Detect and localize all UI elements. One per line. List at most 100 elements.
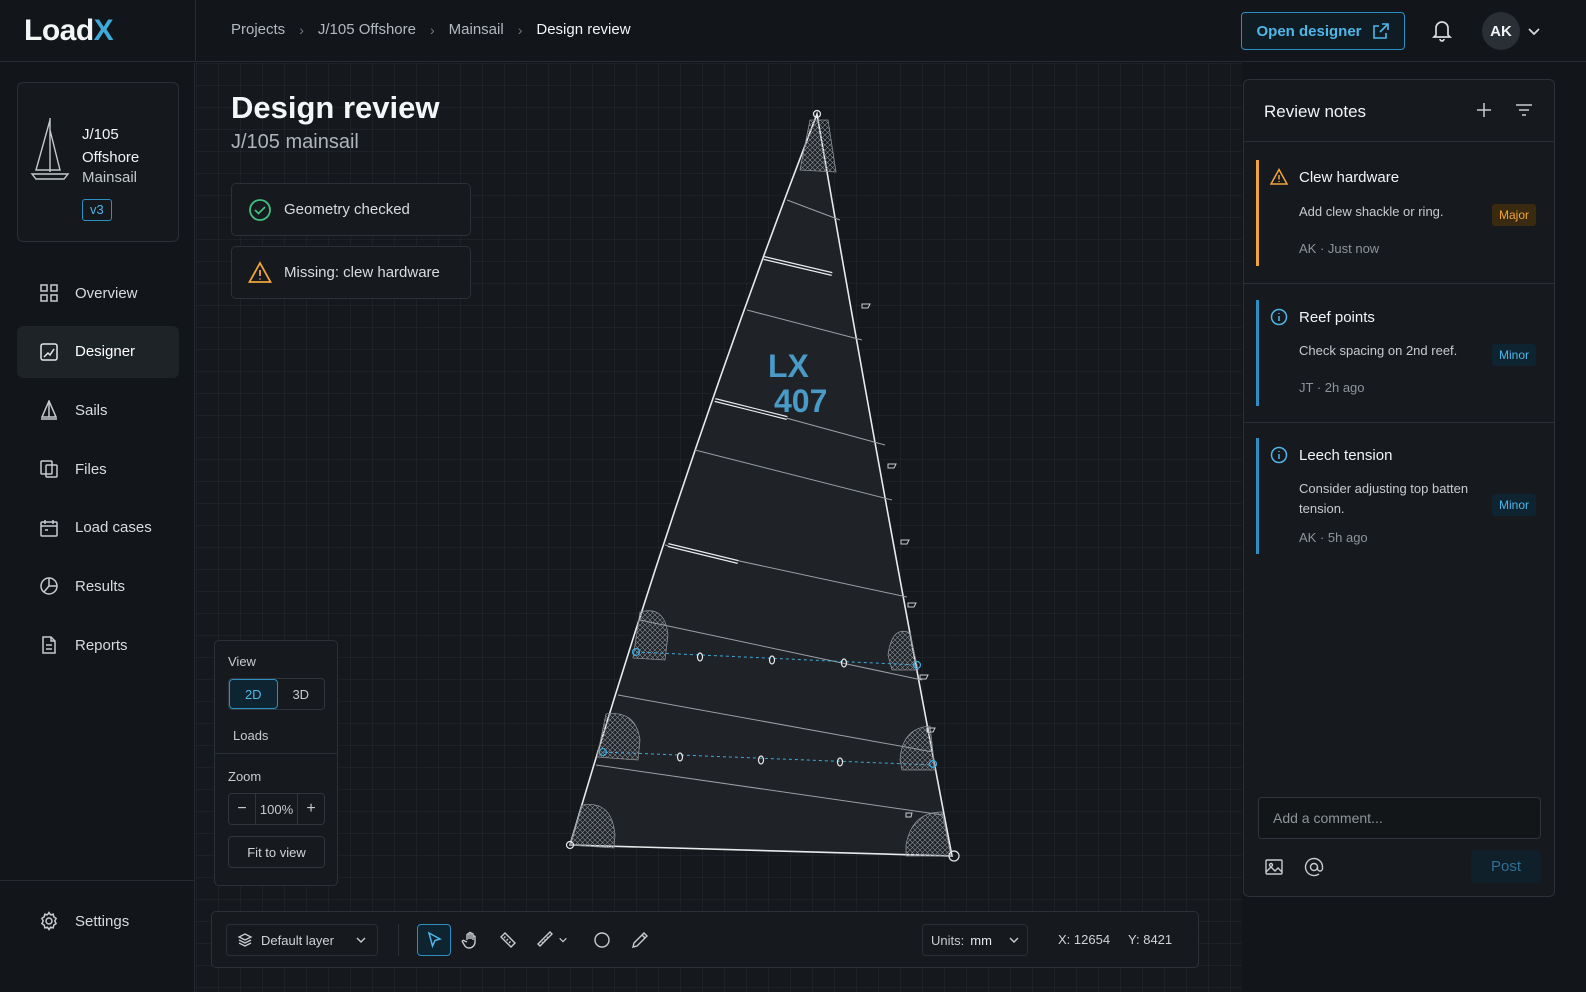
pencil-tool[interactable]	[623, 924, 657, 956]
ruler-tool[interactable]	[528, 924, 576, 956]
calendar-icon	[40, 519, 58, 537]
image-attach-icon[interactable]	[1264, 857, 1284, 877]
pencil-tool-icon	[632, 932, 648, 948]
version-badge[interactable]: v3	[82, 199, 112, 221]
note-divider	[1244, 283, 1554, 284]
sidebar-item-label: Sails	[75, 401, 108, 419]
layers-icon	[237, 933, 253, 947]
panel-divider	[1244, 141, 1554, 142]
units-label: Units:	[931, 932, 965, 948]
open-designer-button[interactable]: Open designer	[1241, 12, 1405, 50]
sidebar-item-designer[interactable]: Designer	[17, 325, 179, 378]
sidebar-item-reports[interactable]: Reports	[17, 619, 179, 671]
ruler-tool-icon	[537, 931, 553, 947]
review-note[interactable]: Reef points Check spacing on 2nd reef. M…	[1256, 300, 1554, 406]
sidebar-item-sails[interactable]: Sails	[17, 384, 179, 436]
clew-hardware-warning-card[interactable]: Missing: clew hardware	[231, 246, 471, 299]
post-button[interactable]: Post	[1471, 850, 1541, 883]
breadcrumb-projects[interactable]: Projects	[231, 21, 285, 38]
geometry-check-card[interactable]: Geometry checked	[231, 183, 471, 236]
warning-icon	[1270, 168, 1288, 185]
sidebar-item-files[interactable]: Files	[17, 443, 179, 495]
external-link-icon	[1372, 23, 1389, 39]
results-icon	[40, 577, 58, 596]
units-select[interactable]: Units: mm	[922, 924, 1028, 956]
y-coordinate: Y: 8421	[1128, 932, 1173, 947]
avatar[interactable]: AK	[1482, 12, 1520, 50]
app-logo[interactable]: LoadX	[24, 14, 174, 48]
check-circle-icon	[249, 198, 271, 221]
bottom-toolbar: Default layer Units: mm X: 12654 Y: 8421	[211, 911, 1199, 968]
breadcrumb-project[interactable]: J/105 Offshore	[318, 21, 416, 38]
comment-input[interactable]	[1258, 797, 1541, 839]
measure-tool[interactable]	[491, 924, 525, 956]
sidebar-item-label: Results	[75, 577, 126, 595]
gear-icon	[40, 911, 58, 931]
settings-label: Settings	[75, 912, 130, 930]
select-tool[interactable]	[417, 924, 451, 956]
add-note-icon[interactable]	[1474, 100, 1494, 120]
page-subtitle: J/105 mainsail	[231, 131, 359, 153]
breadcrumb-current: Design review	[536, 21, 631, 38]
breadcrumb-sail[interactable]: Mainsail	[449, 21, 504, 38]
sidebar-item-results[interactable]: Results	[17, 560, 179, 612]
sail-number-line1: LX	[768, 348, 810, 384]
circle-tool-icon	[594, 932, 610, 948]
severity-badge: Minor	[1492, 494, 1537, 516]
sidebar-item-load-cases[interactable]: Load cases	[17, 502, 179, 554]
info-icon	[1270, 446, 1288, 464]
note-title: Leech tension	[1299, 447, 1393, 464]
sidebar-item-overview[interactable]: Overview	[17, 267, 179, 319]
review-note[interactable]: Clew hardware Add clew shackle or ring. …	[1256, 160, 1554, 266]
sidebar-item-settings[interactable]: Settings	[17, 895, 179, 947]
chevron-right-icon: ›	[299, 21, 304, 38]
severity-badge: Major	[1492, 204, 1537, 226]
fit-to-view-button[interactable]: Fit to view	[228, 836, 325, 868]
x-coordinate: X: 12654	[1058, 932, 1111, 947]
chevron-right-icon: ›	[517, 21, 523, 38]
note-body: Check spacing on 2nd reef.	[1299, 343, 1458, 358]
toolbar-divider	[398, 924, 399, 956]
project-card[interactable]: J/105 Offshore Mainsail v3	[17, 82, 179, 242]
loads-toggle[interactable]: Loads	[233, 728, 268, 743]
zoom-label: Zoom	[228, 769, 262, 784]
chevron-right-icon: ›	[429, 21, 435, 38]
zoom-value: 100%	[255, 794, 298, 824]
top-bar: LoadX Projects › J/105 Offshore › Mainsa…	[0, 0, 1586, 62]
view-panel: View 2D 3D Loads Zoom − 100% + Fit to vi…	[214, 640, 338, 886]
info-icon	[1270, 308, 1288, 326]
sidebar-item-label: Reports	[75, 636, 128, 654]
filter-icon[interactable]	[1514, 100, 1534, 120]
review-note[interactable]: Leech tension Consider adjusting top bat…	[1256, 438, 1554, 554]
note-meta: AK · 5h ago	[1299, 530, 1368, 545]
chevron-down-icon	[1009, 937, 1019, 943]
severity-bar	[1256, 160, 1259, 266]
view-mode-2d[interactable]: 2D	[229, 679, 278, 709]
sail-icon	[40, 400, 58, 421]
pan-tool-icon	[461, 931, 476, 949]
pan-tool[interactable]	[454, 924, 488, 956]
chevron-down-icon[interactable]	[1527, 24, 1541, 38]
sidebar-item-label: Designer	[75, 343, 136, 361]
project-name: J/105 Offshore	[82, 126, 140, 166]
layer-select-value: Default layer	[261, 932, 334, 948]
open-designer-label: Open designer	[1256, 22, 1362, 40]
severity-bar	[1256, 438, 1259, 554]
sail-number-line2: 407	[774, 383, 827, 419]
layer-select[interactable]: Default layer	[226, 924, 378, 956]
circle-tool[interactable]	[585, 924, 619, 956]
sidebar-divider	[0, 880, 195, 881]
view-mode-toggle: 2D 3D	[228, 678, 325, 710]
zoom-in-button[interactable]: +	[298, 794, 324, 824]
zoom-out-button[interactable]: −	[229, 794, 255, 824]
clew-hardware-warning-label: Missing: clew hardware	[284, 264, 440, 281]
mention-icon[interactable]	[1304, 857, 1324, 877]
sail-drawing[interactable]: LX 407	[540, 100, 980, 880]
breadcrumb: Projects › J/105 Offshore › Mainsail › D…	[231, 21, 631, 38]
bell-icon[interactable]	[1428, 16, 1456, 44]
note-title: Clew hardware	[1299, 169, 1400, 186]
sidebar-item-label: Overview	[75, 284, 138, 302]
select-tool-icon	[427, 931, 442, 949]
view-mode-3d[interactable]: 3D	[278, 679, 325, 709]
sidebar-item-label: Load cases	[75, 519, 152, 537]
